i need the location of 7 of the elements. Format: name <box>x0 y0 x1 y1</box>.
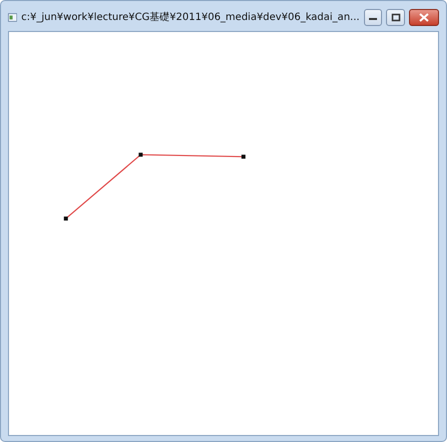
close-icon <box>419 12 430 22</box>
maximize-icon <box>390 12 401 22</box>
close-button[interactable] <box>409 8 439 26</box>
maximize-button[interactable] <box>386 8 406 26</box>
app-icon <box>8 12 18 23</box>
minimize-button[interactable] <box>364 8 382 26</box>
window-title: c:¥_jun¥work¥lecture¥CG基礎¥2011¥06_media¥dev¥06_kadai_an... <box>21 10 360 25</box>
